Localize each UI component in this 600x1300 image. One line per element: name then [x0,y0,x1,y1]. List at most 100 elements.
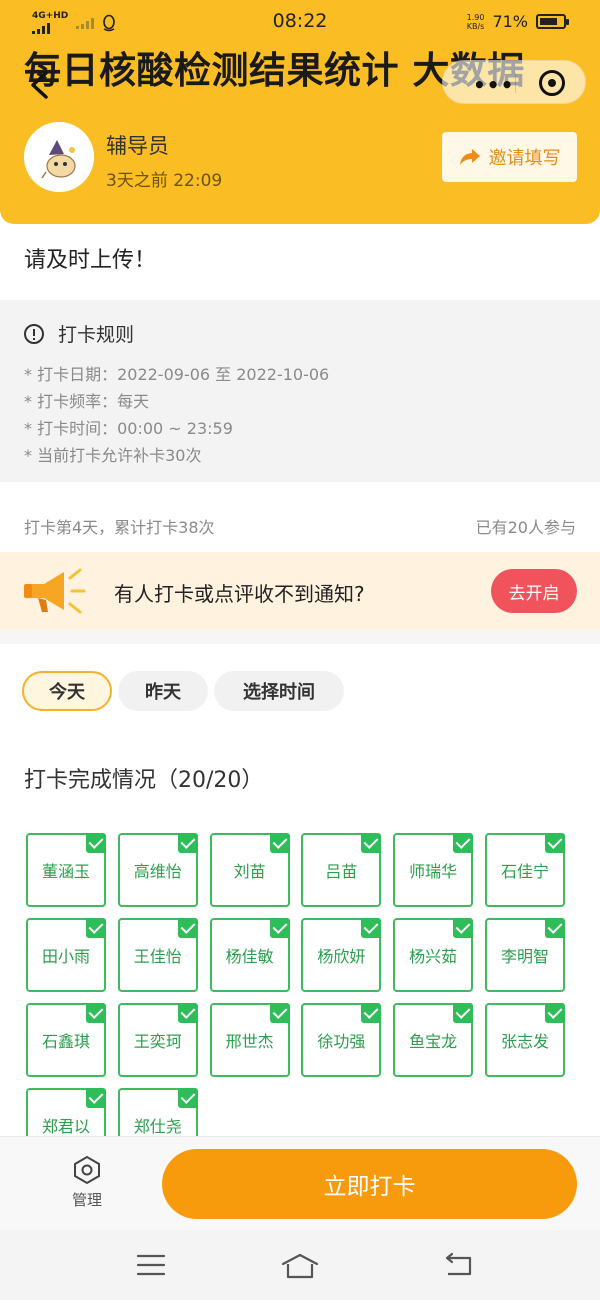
battery-percent: 71% [492,12,528,31]
hexagon-settings-icon [74,1155,100,1185]
member-name: 张志发 [500,1032,549,1051]
member-card[interactable]: 杨欣妍 [301,918,382,992]
page: 4G+HD 08:22 1.90 KB/s 71% 每日核酸检测结果统计 大数据… [0,0,600,1300]
megaphone-icon [24,568,86,614]
member-card[interactable]: 邢世杰 [209,1003,290,1077]
manage-label: 管理 [71,1191,102,1209]
member-name: 石鑫琪 [41,1032,90,1051]
section-divider [0,630,600,644]
member-card[interactable]: 田小雨 [26,918,106,992]
home-icon[interactable] [280,1252,320,1280]
post-time: 3天之前 22:09 [106,171,223,191]
bottom-bar: 管理 立即打卡 [0,1136,600,1230]
member-card[interactable]: 杨兴茹 [393,918,474,992]
member-card[interactable]: 杨佳敏 [209,918,290,992]
member-card[interactable]: 鱼宝龙 [393,1003,474,1077]
enable-notify-button[interactable]: 去开启 [491,569,577,613]
checkmark-icon [86,833,106,853]
rules-panel: 打卡规则 * 打卡日期：2022-09-06 至 2022-10-06 * 打卡… [0,300,600,482]
checkmark-icon [453,918,474,938]
member-card[interactable]: 师瑞华 [393,833,474,907]
member-name: 吕苗 [325,862,358,881]
rules-title: 打卡规则 [58,324,135,346]
invite-button[interactable]: 邀请填写 [442,132,577,182]
rule-date: * 打卡日期：2022-09-06 至 2022-10-06 [24,365,330,384]
rules-heading: 打卡规则 [24,320,134,347]
participant-count: 已有20人参与 [475,518,576,537]
invite-label: 邀请填写 [488,148,561,169]
member-name: 杨佳敏 [225,947,274,966]
member-name: 郑仕尧 [133,1117,182,1136]
checkmark-icon [453,1003,474,1023]
avatar-image [24,122,94,192]
checkmark-icon [177,1088,198,1108]
speed-value: 1.90 [466,12,485,22]
checkmark-icon [86,918,106,938]
member-card[interactable]: 吕苗 [301,833,382,907]
member-name: 董涵玉 [41,862,90,881]
member-card[interactable]: 石鑫琪 [26,1003,106,1077]
checkin-now-button[interactable]: 立即打卡 [162,1149,577,1219]
member-card[interactable]: 王佳怡 [117,918,198,992]
member-name: 王佳怡 [133,947,182,966]
status-bar: 4G+HD 08:22 1.90 KB/s 71% [0,0,600,44]
member-card[interactable]: 徐功强 [301,1003,382,1077]
rule-makeup: * 当前打卡允许补卡30次 [24,446,202,465]
notify-text: 有人打卡或点评收不到通知? [114,582,365,606]
member-card[interactable]: 高维怡 [117,833,198,907]
info-icon [24,323,44,344]
checkmark-icon [361,833,382,853]
share-arrow-icon [459,149,480,165]
close-target-icon[interactable] [539,70,565,96]
avatar[interactable] [24,122,94,192]
capsule-divider [515,73,516,93]
checkmark-icon [545,1003,565,1023]
checkmark-icon [269,833,290,853]
more-icon[interactable]: ••• [473,73,514,97]
member-name: 王奕珂 [133,1032,182,1051]
rule-frequency: * 打卡频率：每天 [24,392,150,411]
tab-yesterday[interactable]: 昨天 [118,671,208,711]
tab-today[interactable]: 今天 [22,671,112,711]
back-icon[interactable] [28,70,50,100]
member-card[interactable]: 刘苗 [209,833,290,907]
battery-icon [536,14,569,29]
checkmark-icon [545,918,565,938]
member-name: 师瑞华 [409,862,458,881]
notice-text: 请及时上传！ [24,248,157,273]
member-name: 徐功强 [317,1032,366,1051]
checkmark-icon [361,918,382,938]
member-name: 刘苗 [233,862,266,881]
member-name: 鱼宝龙 [409,1032,458,1051]
checkmark-icon [269,918,290,938]
mini-program-capsule: ••• [442,60,586,104]
speed-unit: KB/s [466,21,485,31]
member-name: 郑君以 [41,1117,90,1136]
status-right: 1.90 KB/s 71% [466,12,569,31]
back-nav-icon[interactable] [442,1252,474,1278]
checkmark-icon [177,833,198,853]
member-name: 杨欣妍 [317,947,366,966]
member-card[interactable]: 董涵玉 [26,833,106,907]
member-name: 李明智 [500,947,549,966]
menu-icon[interactable] [136,1252,166,1278]
checkmark-icon [86,1088,106,1108]
checkmark-icon [453,833,474,853]
member-card[interactable]: 王奕珂 [117,1003,198,1077]
checkin-summary: 打卡第4天，累计打卡38次 [24,518,215,537]
member-card[interactable]: 李明智 [485,918,565,992]
tab-select-time[interactable]: 选择时间 [214,671,344,711]
member-card[interactable]: 张志发 [485,1003,565,1077]
member-card[interactable]: 石佳宁 [485,833,565,907]
member-name: 石佳宁 [500,862,549,881]
header: 4G+HD 08:22 1.90 KB/s 71% 每日核酸检测结果统计 大数据… [0,0,600,224]
notify-banner: 有人打卡或点评收不到通知? 去开启 [0,552,600,630]
checkmark-icon [361,1003,382,1023]
checkmark-icon [86,1003,106,1023]
member-name: 田小雨 [41,947,90,966]
completion-title: 打卡完成情况（20/20） [24,768,264,793]
checkmark-icon [269,1003,290,1023]
manage-button[interactable]: 管理 [66,1155,108,1210]
checkmark-icon [177,1003,198,1023]
author-name: 辅导员 [106,134,169,158]
